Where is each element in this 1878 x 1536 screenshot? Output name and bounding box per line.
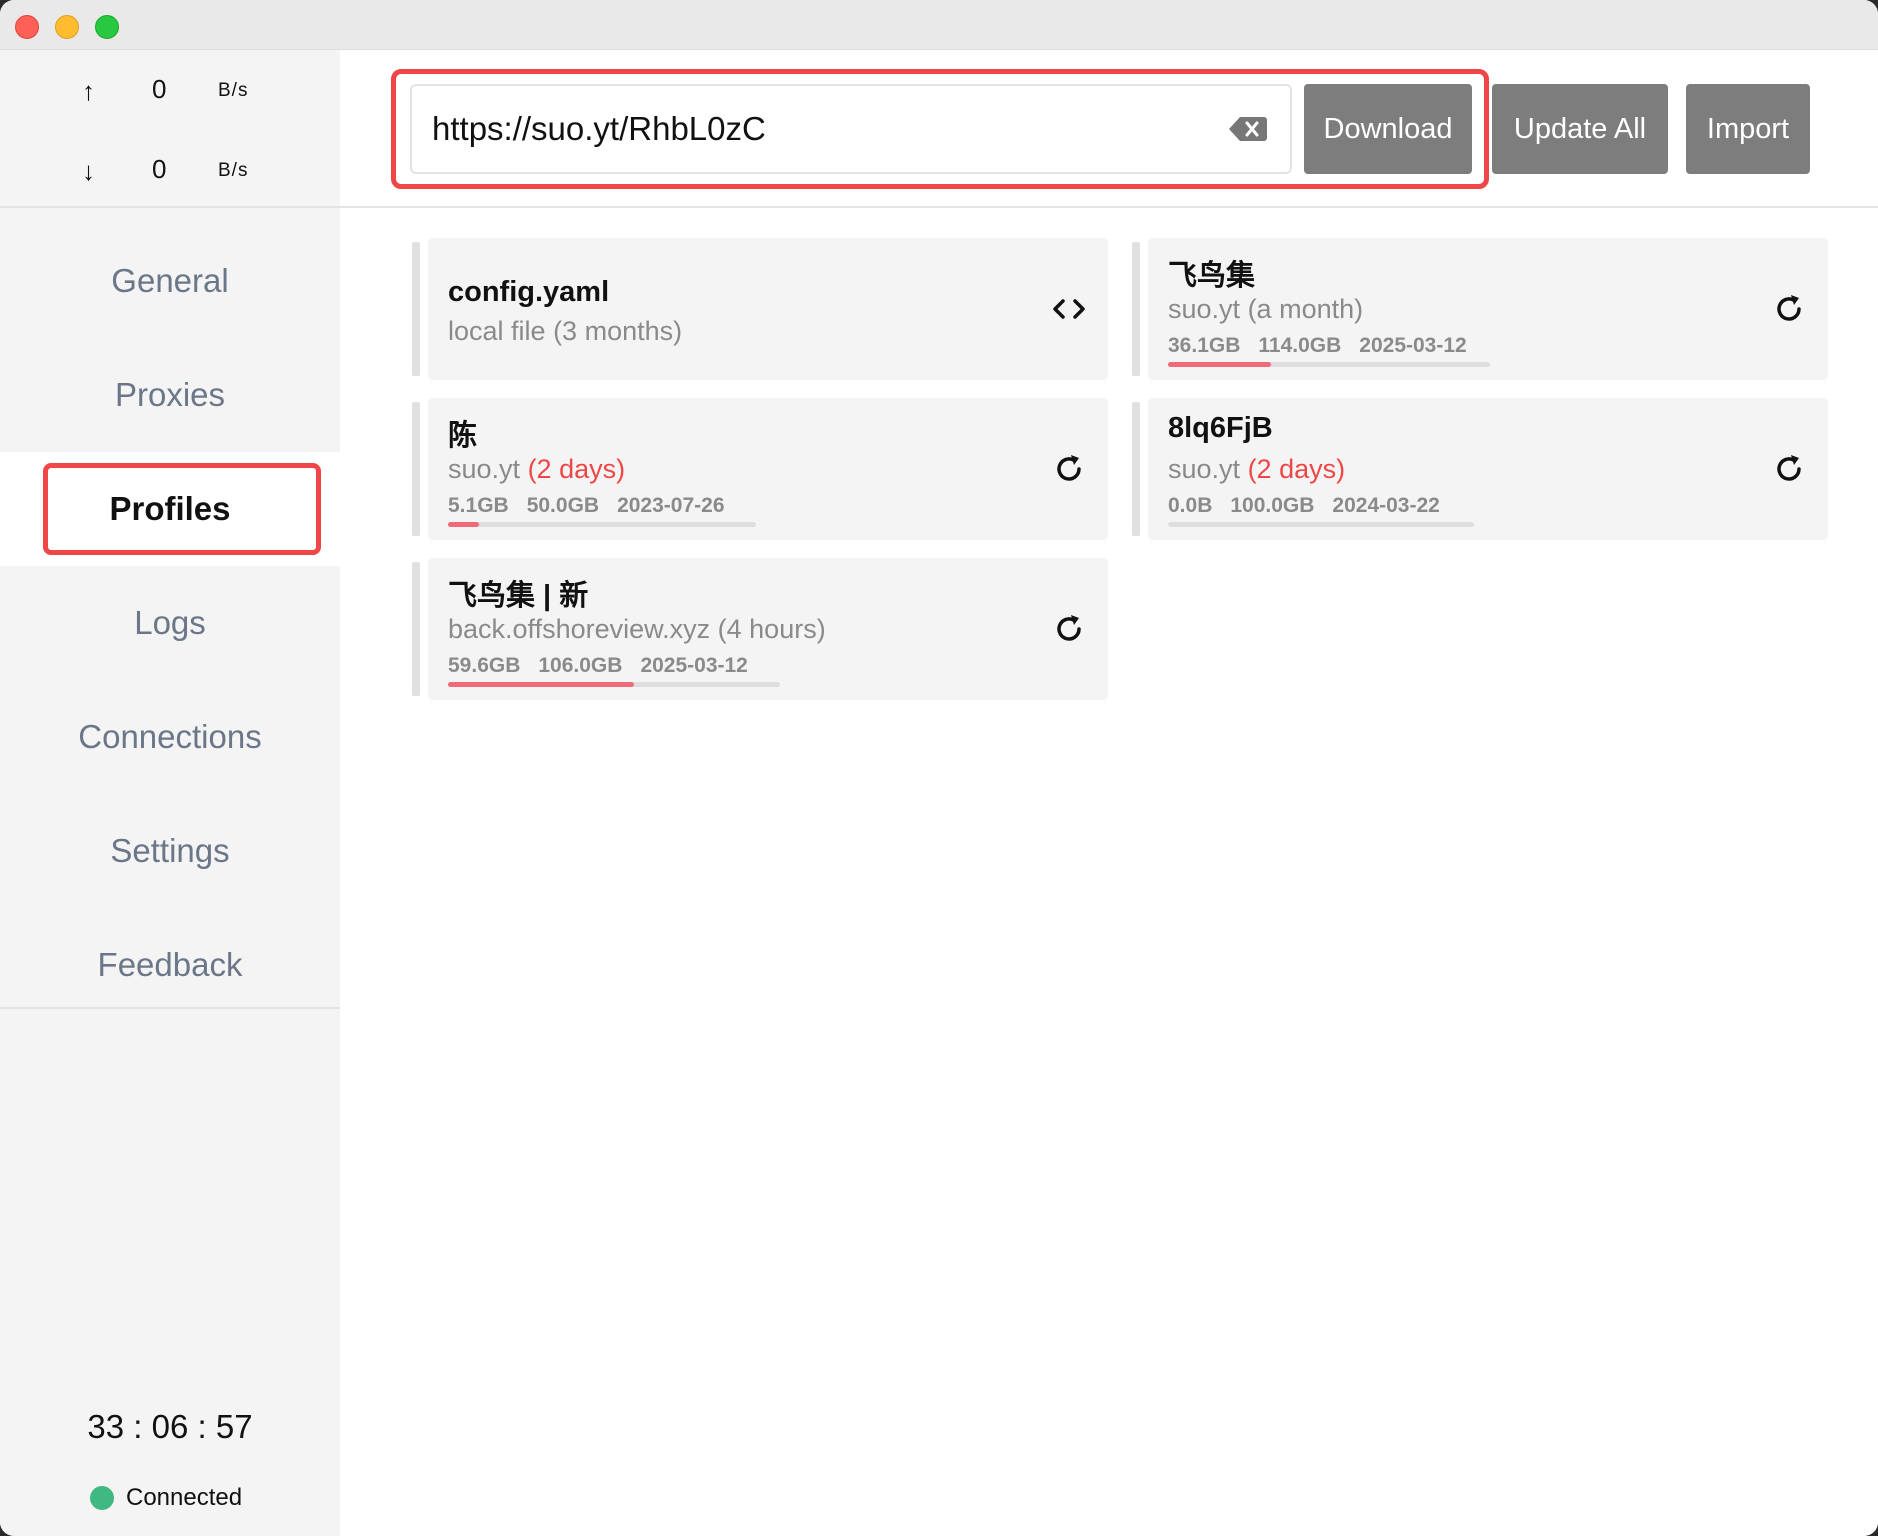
code-icon[interactable] [1052, 292, 1086, 326]
usage-progress-bar [448, 522, 756, 527]
minimize-window-button[interactable] [55, 15, 79, 39]
download-arrow-icon: ↓ [82, 156, 95, 186]
nav-item-label: Logs [134, 604, 206, 641]
profile-source: suo.yt (a month) [1168, 294, 1363, 325]
profile-source-name: suo.yt [1168, 454, 1241, 484]
profile-age: (2 days) [527, 454, 626, 484]
profile-usage-meta: 36.1GB 114.0GB 2025-03-12 [1168, 334, 1485, 358]
profile-total: 114.0GB [1258, 334, 1342, 357]
refresh-icon[interactable] [1052, 452, 1086, 486]
profile-expire: 2023-07-26 [617, 494, 725, 517]
traffic-stats: ↑ 0 B/s ↓ 0 B/s [0, 50, 340, 208]
maximize-window-button[interactable] [95, 15, 119, 39]
profile-title: 飞鸟集 [1168, 260, 1256, 292]
nav-item-feedback[interactable]: Feedback [0, 908, 340, 1022]
upload-speed-unit: B/s [218, 80, 249, 101]
profile-source: suo.yt (2 days) [448, 454, 625, 485]
update-all-button[interactable]: Update All [1492, 84, 1668, 174]
refresh-icon[interactable] [1052, 612, 1086, 646]
close-window-button[interactable] [15, 15, 39, 39]
nav-item-profiles[interactable]: Profiles [0, 452, 340, 566]
download-speed-unit: B/s [218, 160, 249, 181]
nav-item-label: Connections [78, 718, 262, 755]
usage-progress-fill [1168, 362, 1272, 367]
usage-progress-bar [448, 682, 780, 687]
profile-used: 0.0B [1168, 494, 1213, 517]
profile-used: 59.6GB [448, 654, 521, 677]
main-content: Download Update All Import config.yaml l… [340, 50, 1878, 1536]
download-speed-value: 0 [152, 154, 167, 184]
nav-item-logs[interactable]: Logs [0, 566, 340, 680]
usage-progress-bar [1168, 522, 1474, 527]
profile-usage-meta: 0.0B 100.0GB 2024-03-22 [1168, 494, 1458, 518]
nav-item-proxies[interactable]: Proxies [0, 338, 340, 452]
profile-source-name: back.offshoreview.xyz [448, 614, 711, 644]
profile-usage-meta: 5.1GB 50.0GB 2023-07-26 [448, 494, 743, 518]
profile-source: local file (3 months) [448, 316, 682, 347]
usage-progress-fill [448, 682, 634, 687]
profile-title: 飞鸟集 | 新 [448, 580, 589, 612]
sidebar-divider [0, 1007, 340, 1009]
download-button[interactable]: Download [1304, 84, 1472, 174]
profile-title: config.yaml [448, 276, 610, 308]
clear-input-icon[interactable] [1228, 114, 1268, 144]
profile-total: 50.0GB [526, 494, 600, 517]
usage-progress-fill [448, 522, 479, 527]
profile-used: 5.1GB [448, 494, 509, 517]
sidebar: ↑ 0 B/s ↓ 0 B/s General Proxies Profiles [0, 50, 340, 1536]
profile-expire: 2025-03-12 [640, 654, 748, 677]
profile-total: 100.0GB [1230, 494, 1315, 517]
nav-item-label: Proxies [114, 376, 226, 413]
refresh-icon[interactable] [1772, 452, 1806, 486]
nav-item-general[interactable]: General [0, 224, 340, 338]
profile-card-indicator [412, 562, 420, 696]
profile-age: (2 days) [1247, 454, 1346, 484]
profile-source-name: suo.yt [448, 454, 521, 484]
upload-speed-value: 0 [152, 74, 167, 104]
connection-status-label: Connected [126, 1484, 243, 1511]
profile-card-config[interactable]: config.yaml local file (3 months) [412, 238, 1108, 380]
profile-card-feiniaoji[interactable]: 飞鸟集 suo.yt (a month) 36.1GB 114.0GB 2025-0… [1132, 238, 1828, 380]
nav-item-label: Feedback [97, 946, 243, 983]
title-bar [0, 0, 1878, 50]
nav-item-label: Profiles [109, 490, 231, 527]
profile-title: 陈 [448, 420, 478, 452]
profile-usage-meta: 59.6GB 106.0GB 2025-03-12 [448, 654, 766, 678]
profile-age: (a month) [1247, 294, 1364, 324]
upload-speed: ↑ 0 B/s [0, 70, 340, 110]
usage-progress-bar [1168, 362, 1490, 367]
profiles-toolbar: Download Update All Import [340, 50, 1878, 208]
nav-item-label: Settings [110, 832, 230, 869]
profile-card-indicator [412, 242, 420, 376]
profile-source-name: local file [448, 316, 546, 346]
app-window: ↑ 0 B/s ↓ 0 B/s General Proxies Profiles [0, 0, 1878, 1536]
uptime-timer: 33 : 06 : 57 [87, 1408, 253, 1445]
profile-source: back.offshoreview.xyz (4 hours) [448, 614, 826, 645]
profile-url-input[interactable] [410, 84, 1292, 174]
status-dot-icon [90, 1486, 114, 1510]
upload-arrow-icon: ↑ [82, 76, 95, 106]
nav-item-label: General [111, 262, 229, 299]
profile-source-name: suo.yt [1168, 294, 1241, 324]
profile-expire: 2024-03-22 [1332, 494, 1440, 517]
profile-age: (3 months) [553, 316, 683, 346]
profile-total: 106.0GB [538, 654, 623, 677]
profile-used: 36.1GB [1168, 334, 1241, 357]
profile-source: suo.yt (2 days) [1168, 454, 1345, 485]
profile-card-8lq6fjb[interactable]: 8lq6FjB suo.yt (2 days) 0.0B 100.0GB 2024-… [1132, 398, 1828, 540]
profile-title: 8lq6FjB [1168, 412, 1273, 444]
refresh-icon[interactable] [1772, 292, 1806, 326]
profile-age: (4 hours) [717, 614, 826, 644]
profile-card-feiniaoji-new[interactable]: 飞鸟集 | 新 back.offshoreview.xyz (4 hours) … [412, 558, 1108, 700]
profile-card-chen[interactable]: 陈 suo.yt (2 days) 5.1GB 50.0GB 2023-07-26 [412, 398, 1108, 540]
profile-card-indicator [1132, 242, 1140, 376]
download-speed: ↓ 0 B/s [0, 150, 340, 190]
profile-card-indicator [412, 402, 420, 536]
profile-card-indicator [1132, 402, 1140, 536]
nav-item-connections[interactable]: Connections [0, 680, 340, 794]
import-button[interactable]: Import [1686, 84, 1810, 174]
profile-expire: 2025-03-12 [1359, 334, 1467, 357]
nav-item-settings[interactable]: Settings [0, 794, 340, 908]
